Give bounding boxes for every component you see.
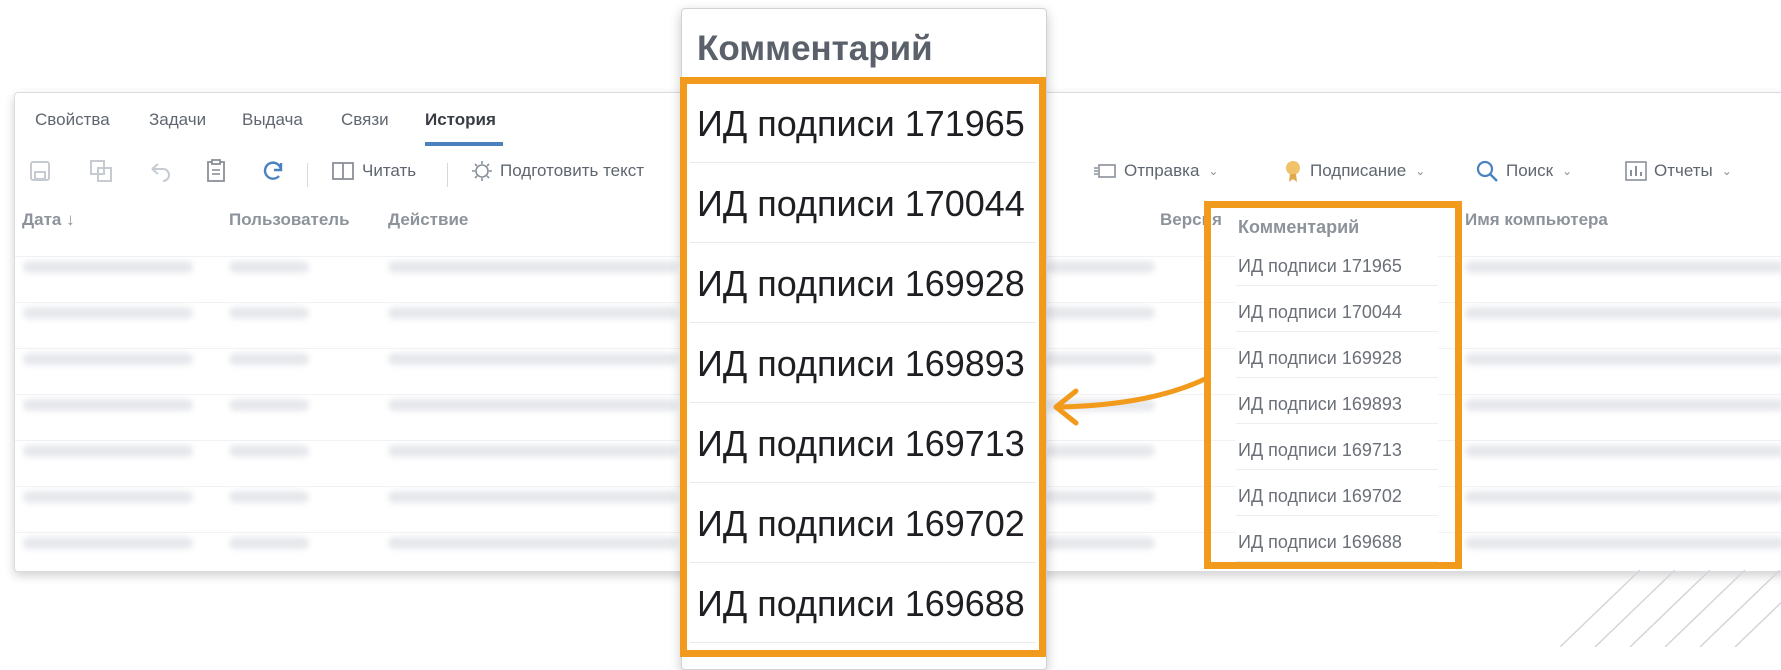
zoom-highlight-frame [680,77,1046,657]
prepare-text-label: Подготовить текст [500,161,645,180]
save-button[interactable] [29,157,51,185]
chevron-down-icon: ⌄ [1208,164,1219,178]
table-row [1465,353,1781,365]
chevron-down-icon: ⌄ [1721,164,1732,178]
table-row [388,491,678,503]
send-icon [1094,164,1116,178]
table-row [229,491,309,503]
table-row [23,491,193,503]
table-row [1045,353,1155,365]
zoom-title: Комментарий [697,29,933,68]
table-row [23,537,193,549]
comment-highlight-frame [1204,201,1462,569]
table-row [1045,537,1155,549]
table-row [1465,491,1781,503]
table-row [229,399,309,411]
clipboard-icon [207,159,225,182]
table-row [388,399,678,411]
reports-label: Отчеты [1654,161,1713,180]
table-row [388,537,678,549]
book-icon [332,162,354,180]
sort-desc-icon: ↓ [66,210,75,229]
undo-button[interactable] [148,157,172,185]
read-button[interactable]: Читать [331,157,416,185]
table-row [229,537,309,549]
table-row [1045,307,1155,319]
table-row [23,399,193,411]
table-row [229,261,309,273]
column-header-date[interactable]: Дата ↓ [22,210,75,230]
report-chart-icon [1625,161,1647,181]
sign-menu[interactable]: Подписание ⌄ [1283,157,1425,185]
search-icon [1476,160,1498,182]
table-row [1465,399,1781,411]
table-row [229,353,309,365]
table-row [23,307,193,319]
table-row [388,307,678,319]
signature-seal-icon [1286,161,1300,182]
tab-properties[interactable]: Свойства [35,110,110,130]
refresh-button[interactable] [261,157,285,185]
tab-links[interactable]: Связи [341,110,389,130]
table-row [1045,445,1155,457]
reports-menu[interactable]: Отчеты ⌄ [1625,157,1732,185]
ai-chip-icon [472,161,492,181]
search-menu[interactable]: Поиск ⌄ [1475,157,1572,185]
read-label: Читать [362,161,417,180]
table-row [23,261,193,273]
toolbar-separator [307,163,308,187]
table-row [1465,445,1781,457]
chevron-down-icon: ⌄ [1415,164,1426,178]
callout-arrow-icon [1053,376,1208,426]
refresh-icon [263,161,283,180]
prepare-text-button[interactable]: Подготовить текст [471,157,644,185]
table-row [1465,307,1781,319]
tab-tasks[interactable]: Задачи [149,110,206,130]
send-label: Отправка [1124,161,1200,180]
tab-history[interactable]: История [425,110,496,130]
table-row [1045,491,1155,503]
copy-save-icon [90,160,112,182]
table-row [1045,261,1155,273]
table-row [1465,537,1781,549]
table-row [23,353,193,365]
save-icon [30,161,50,181]
column-header-user[interactable]: Пользователь [229,210,350,230]
active-tab-indicator [425,142,503,146]
table-row [388,261,678,273]
toolbar-separator [447,163,448,187]
table-row [229,445,309,457]
search-label: Поиск [1506,161,1554,180]
table-row [1465,261,1781,273]
table-row [23,445,193,457]
tab-issue[interactable]: Выдача [242,110,303,130]
table-row [388,353,678,365]
table-row [229,307,309,319]
send-menu[interactable]: Отправка ⌄ [1093,157,1218,185]
undo-icon [151,163,170,182]
clipboard-button[interactable] [205,157,227,185]
column-header-computer[interactable]: Имя компьютера [1465,210,1608,230]
save-copy-button[interactable] [89,157,113,185]
column-header-action[interactable]: Действие [388,210,468,230]
decorative-hatch [1559,570,1781,647]
table-row [388,445,678,457]
sign-label: Подписание [1310,161,1407,180]
chevron-down-icon: ⌄ [1562,164,1573,178]
